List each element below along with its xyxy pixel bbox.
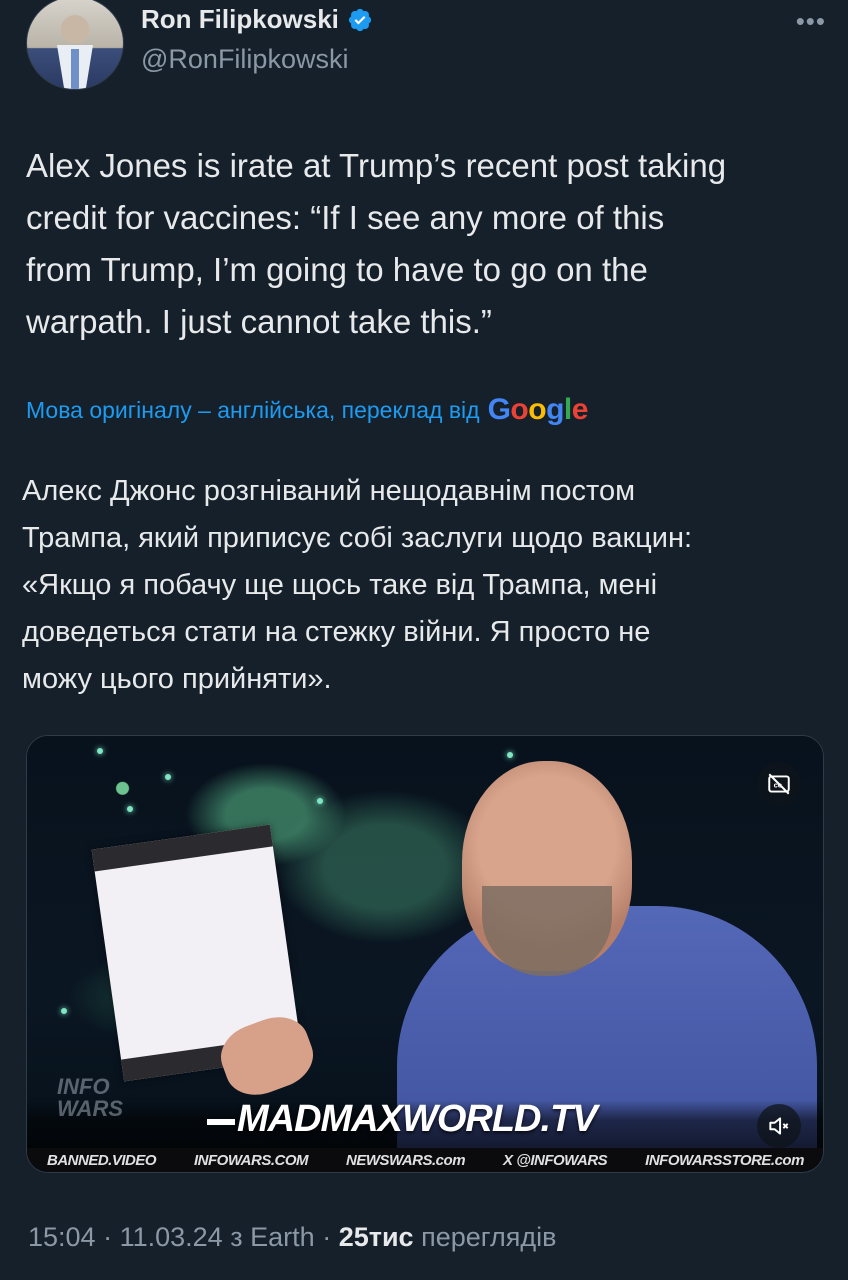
map-dot bbox=[317, 798, 323, 804]
tweet-header: Ron Filipkowski @RonFilipkowski ••• bbox=[26, 0, 826, 90]
mute-button[interactable] bbox=[757, 1104, 801, 1148]
more-options-button[interactable]: ••• bbox=[796, 6, 826, 37]
separator-dot: · bbox=[103, 1222, 120, 1252]
tweet-date[interactable]: 11.03.24 bbox=[120, 1222, 223, 1252]
verified-badge-icon bbox=[348, 8, 372, 31]
ticker-item: INFOWARS.COM bbox=[194, 1151, 309, 1169]
ticker-item: BANNED.VIDEO bbox=[47, 1151, 157, 1169]
google-logo: Google bbox=[487, 393, 589, 426]
map-dot bbox=[127, 806, 133, 812]
map-dot bbox=[61, 1008, 67, 1014]
separator-dot: · bbox=[322, 1222, 339, 1252]
views-count[interactable]: 25тис bbox=[339, 1222, 414, 1252]
ticker-item: X @INFOWARS bbox=[503, 1151, 608, 1169]
video-ticker: BANNED.VIDEO INFOWARS.COM NEWSWARS.com X… bbox=[27, 1148, 823, 1172]
video-player[interactable]: INFO WARS MADMAXWORLD.TV BANNED.VIDEO IN… bbox=[26, 735, 824, 1173]
captions-button[interactable]: cc bbox=[757, 762, 801, 806]
tweet-metadata: 15:04 · 11.03.24 з Earth · 25тис перегля… bbox=[28, 1222, 556, 1253]
translation-notice-text: Мова оригіналу – англійська, переклад ві… bbox=[26, 396, 480, 423]
avatar-tie bbox=[71, 49, 79, 89]
translation-notice[interactable]: Мова оригіналу – англійська, переклад ві… bbox=[26, 393, 588, 427]
video-title-overlay: MADMAXWORLD.TV bbox=[237, 1098, 598, 1140]
map-dot bbox=[165, 774, 171, 780]
author-name[interactable]: Ron Filipkowski bbox=[141, 4, 339, 35]
views-label: переглядів bbox=[421, 1222, 557, 1252]
author-name-row[interactable]: Ron Filipkowski bbox=[141, 4, 373, 35]
tweet-text: Alex Jones is irate at Trump’s recent po… bbox=[26, 147, 727, 340]
title-dash bbox=[207, 1119, 235, 1125]
source-prefix: з bbox=[230, 1222, 243, 1252]
ticker-item: NEWSWARS.com bbox=[346, 1151, 466, 1169]
author-handle[interactable]: @RonFilipkowski bbox=[141, 44, 348, 75]
map-dot bbox=[507, 752, 513, 758]
tweet-source: Earth bbox=[250, 1222, 315, 1252]
infowars-logo: INFO WARS bbox=[57, 1074, 123, 1121]
tweet-time[interactable]: 15:04 bbox=[28, 1222, 96, 1252]
ticker-item: INFOWARSSTORE.com bbox=[645, 1151, 804, 1169]
avatar[interactable] bbox=[26, 0, 124, 90]
muted-speaker-icon bbox=[769, 1117, 789, 1135]
map-dot bbox=[97, 748, 103, 754]
translated-text: Алекс Джонс розгніваний нещодавнім посто… bbox=[22, 475, 693, 695]
captions-off-icon: cc bbox=[768, 773, 790, 795]
